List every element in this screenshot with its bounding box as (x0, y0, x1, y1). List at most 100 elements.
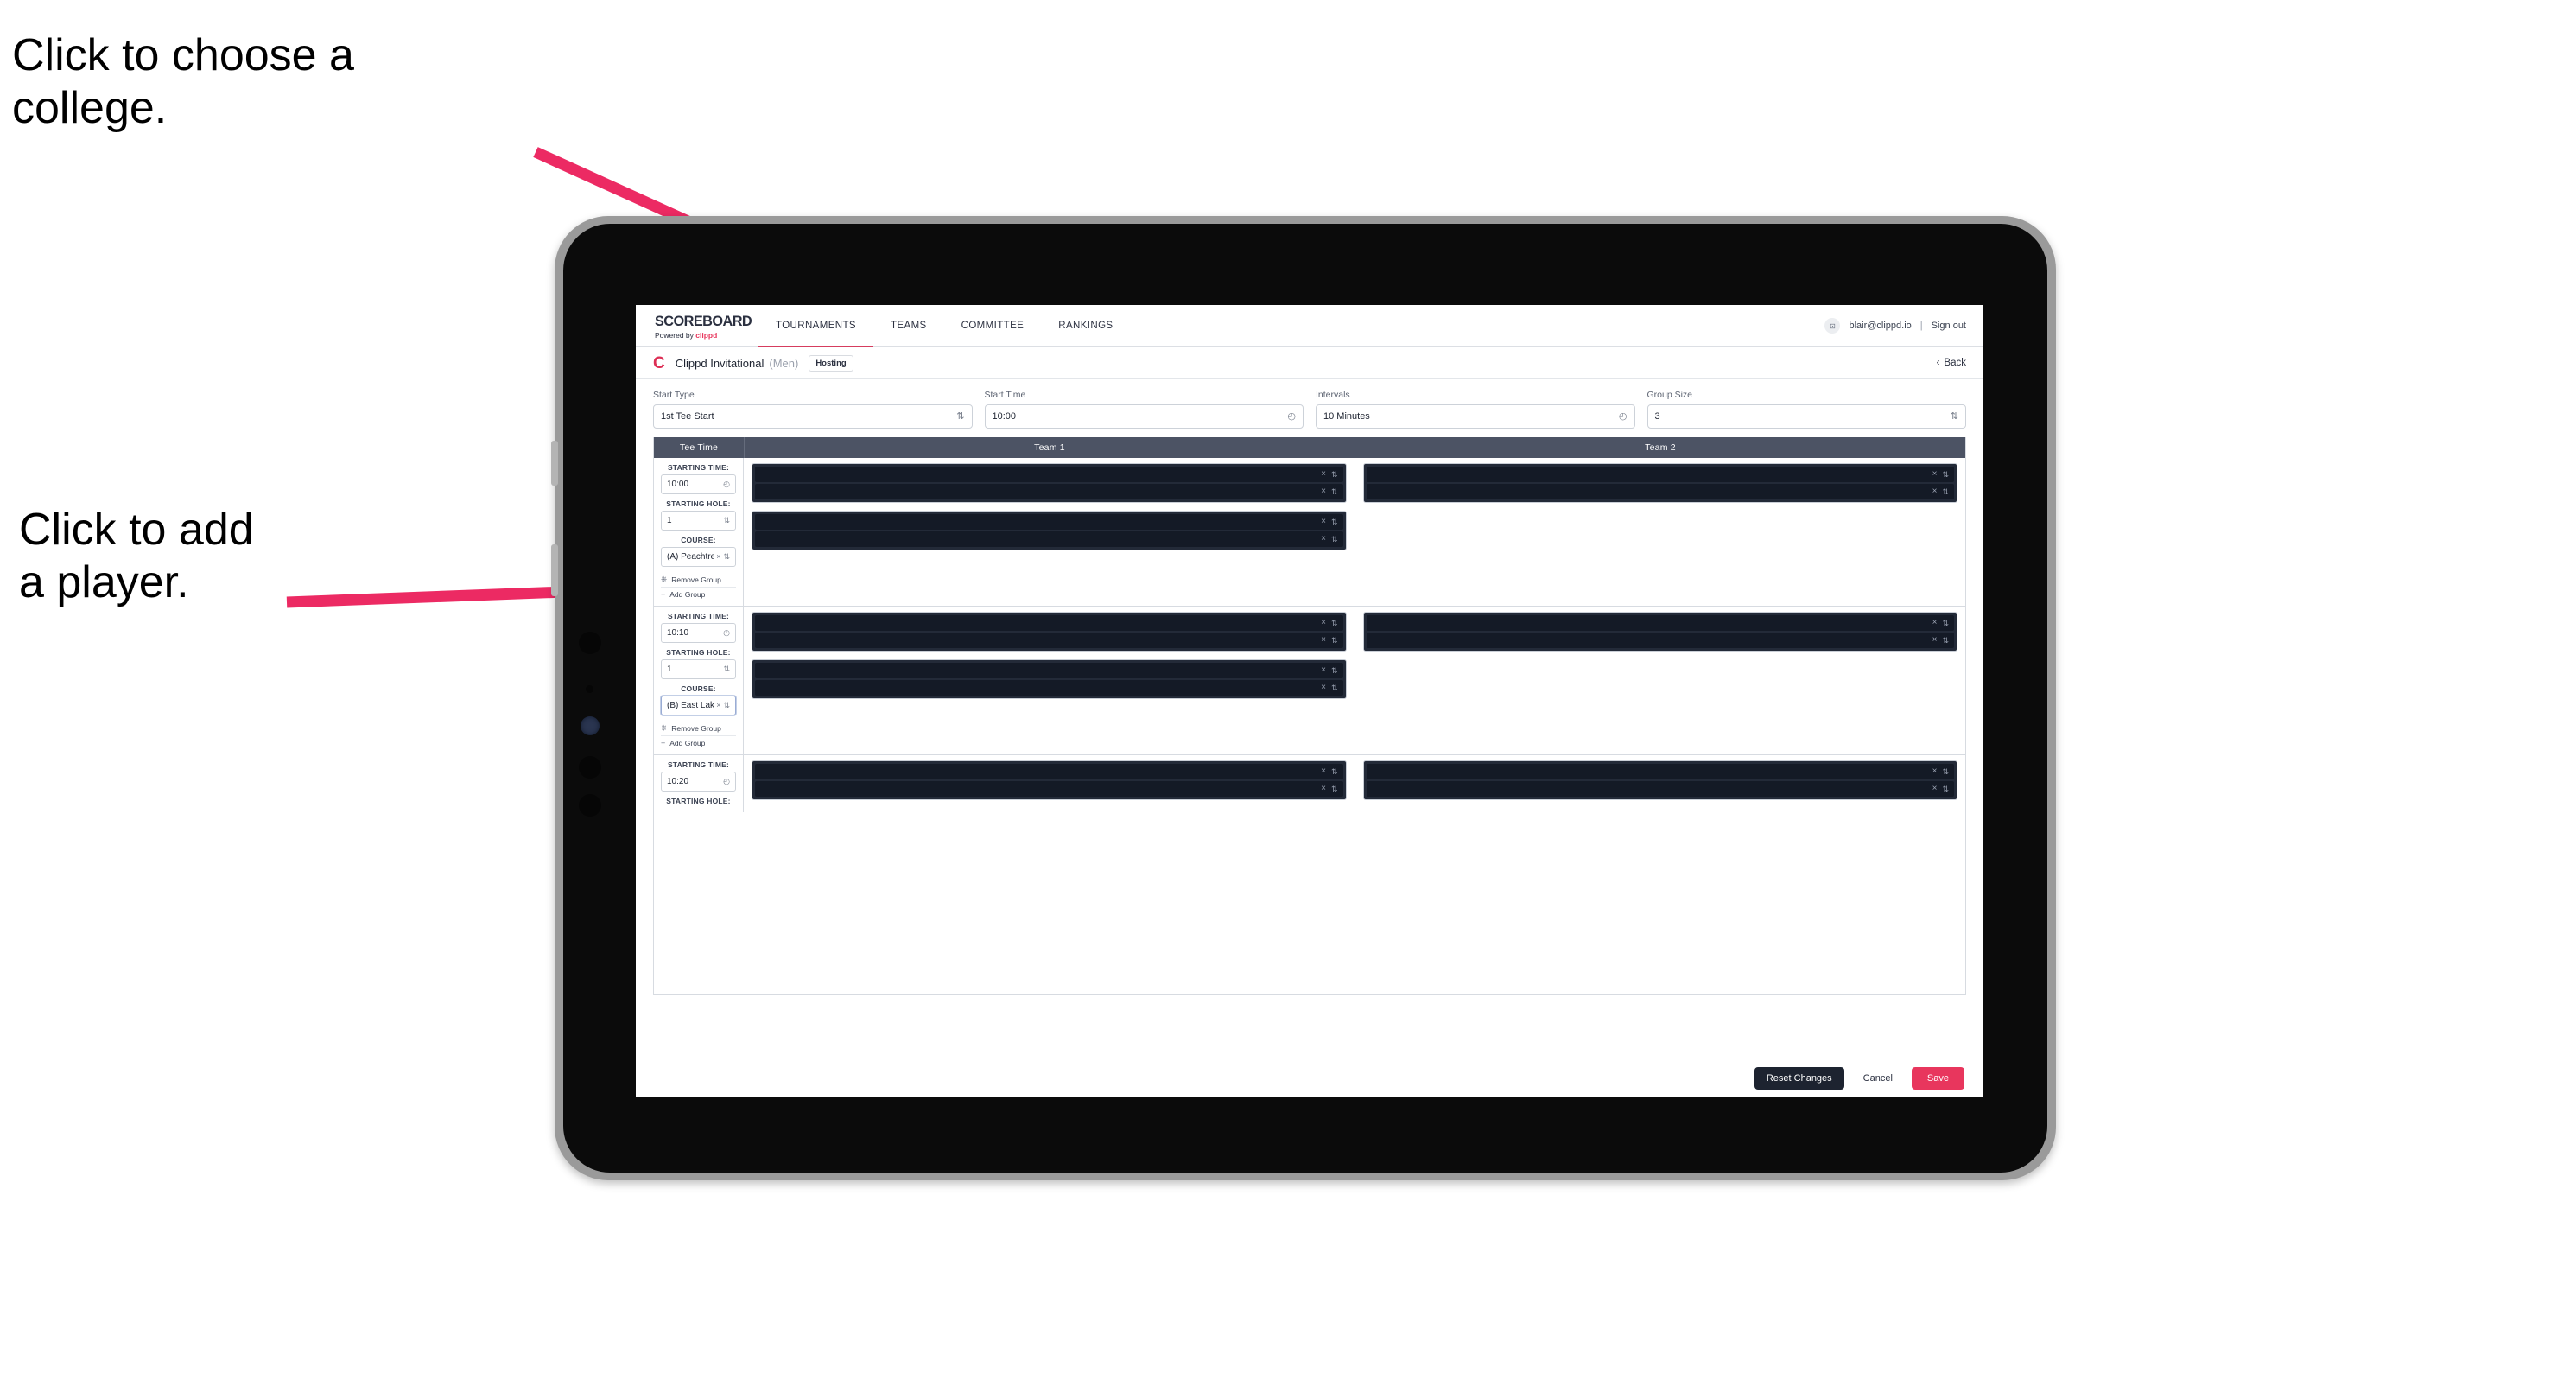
cancel-button[interactable]: Cancel (1856, 1067, 1900, 1090)
close-icon[interactable]: × (1321, 666, 1326, 675)
stepper-icon[interactable]: ⇅ (1331, 535, 1338, 544)
remove-group-label: Remove Group (671, 575, 721, 584)
stepper-icon[interactable]: ⇅ (1331, 470, 1338, 479)
nav-tab-tournaments[interactable]: TOURNAMENTS (758, 305, 873, 347)
close-icon[interactable]: × (1321, 518, 1326, 526)
player-slot[interactable]: × ⇅ (1366, 633, 1954, 648)
starting-time-input[interactable]: 10:10 ◴ (661, 623, 736, 643)
stepper-icon[interactable]: ⇅ (1331, 785, 1338, 793)
close-icon[interactable]: × (1932, 767, 1938, 776)
player-slot[interactable]: × ⇅ (1366, 484, 1954, 499)
nav-tab-teams-label: TEAMS (891, 321, 927, 331)
stepper-icon[interactable]: ⇅ (1942, 767, 1949, 776)
stepper-icon[interactable]: ⇅ (1331, 518, 1338, 526)
player-slot[interactable]: × ⇅ (755, 467, 1343, 482)
player-slot[interactable]: × ⇅ (755, 781, 1343, 797)
stepper-icon[interactable]: ⇅ (1331, 666, 1338, 675)
player-slot[interactable]: × ⇅ (755, 531, 1343, 547)
close-icon[interactable]: × (1321, 785, 1326, 793)
close-icon[interactable]: × (1932, 487, 1938, 496)
close-icon[interactable]: × (1321, 619, 1326, 627)
reset-changes-button[interactable]: Reset Changes (1754, 1067, 1844, 1090)
player-slot-group: × ⇅ × ⇅ (752, 659, 1347, 699)
nav-tab-committee[interactable]: COMMITTEE (944, 305, 1042, 346)
stepper-icon[interactable]: ⇅ (1942, 487, 1949, 496)
course-select[interactable]: (A) Peachtree GC × ⇅ (661, 547, 736, 567)
close-icon[interactable]: × (1932, 785, 1938, 793)
player-slot[interactable]: × ⇅ (1366, 781, 1954, 797)
nav-tab-teams[interactable]: TEAMS (873, 305, 944, 346)
save-button[interactable]: Save (1911, 1067, 1964, 1090)
starting-hole-value: 1 (667, 516, 672, 525)
intervals-input[interactable]: 10 Minutes ◴ (1316, 404, 1635, 429)
chevron-left-icon: ‹ (1936, 358, 1940, 368)
close-icon[interactable]: × (1321, 470, 1326, 479)
add-group-button[interactable]: + Add Group (661, 736, 736, 750)
brand-sub-accent: clippd (695, 330, 718, 340)
control-start-time: Start Time 10:00 ◴ (984, 390, 1304, 429)
player-slot[interactable]: × ⇅ (755, 764, 1343, 779)
close-icon[interactable]: × (1932, 619, 1938, 627)
remove-group-button[interactable]: ⎈ Remove Group (661, 721, 736, 736)
avatar[interactable]: ⊡ (1824, 318, 1841, 334)
player-slot[interactable]: × ⇅ (1366, 467, 1954, 482)
stepper-icon[interactable]: ⇅ (1331, 683, 1338, 692)
table-body-scroll-area[interactable]: STARTING TIME: 10:00 ◴ STARTING HOLE: 1 … (654, 458, 1965, 994)
table-row: STARTING TIME: 10:00 ◴ STARTING HOLE: 1 … (654, 458, 1965, 607)
sign-out-link[interactable]: Sign out (1932, 321, 1966, 331)
add-group-button[interactable]: + Add Group (661, 588, 736, 601)
clock-icon: ◴ (723, 777, 730, 785)
player-slot[interactable]: × ⇅ (755, 484, 1343, 499)
start-time-input[interactable]: 10:00 ◴ (984, 404, 1304, 429)
start-type-value: 1st Tee Start (661, 411, 714, 422)
starting-time-input[interactable]: 10:00 ◴ (661, 474, 736, 494)
group-size-stepper[interactable]: 3 ⇅ (1646, 404, 1966, 429)
plus-icon: + (661, 590, 666, 599)
stepper-icon[interactable]: ⇅ (1331, 636, 1338, 645)
starting-time-input[interactable]: 10:20 ◴ (661, 772, 736, 792)
starting-hole-stepper[interactable]: 1 ⇅ (661, 659, 736, 679)
control-group-size-label: Group Size (1646, 390, 1693, 400)
close-icon[interactable]: × (1321, 535, 1326, 544)
control-start-type: Start Type 1st Tee Start ⇅ (653, 390, 973, 429)
player-slot[interactable]: × ⇅ (1366, 764, 1954, 779)
player-slot[interactable]: × ⇅ (1366, 615, 1954, 631)
close-icon[interactable]: × (1932, 636, 1938, 645)
stepper-icon[interactable]: ⇅ (1942, 636, 1949, 645)
start-type-select[interactable]: 1st Tee Start ⇅ (653, 404, 973, 429)
remove-group-button[interactable]: ⎈ Remove Group (661, 572, 736, 588)
stepper-icon[interactable]: ⇅ (1331, 767, 1338, 776)
player-slot[interactable]: × ⇅ (755, 615, 1343, 631)
player-slot-group: × ⇅ × ⇅ (1362, 612, 1957, 652)
close-icon[interactable]: × (1321, 767, 1326, 776)
stepper-icon[interactable]: ⇅ (1942, 785, 1949, 793)
clock-icon: ◴ (1287, 410, 1296, 422)
close-icon[interactable]: × (1932, 470, 1938, 479)
back-button[interactable]: ‹ Back (1937, 358, 1966, 368)
stepper-icon[interactable]: ⇅ (1331, 487, 1338, 496)
close-icon[interactable]: × (1321, 636, 1326, 645)
trash-icon: ⎈ (661, 723, 668, 732)
close-icon[interactable]: × (1321, 487, 1326, 496)
clock-icon: ◴ (723, 480, 730, 488)
team-2-cell: × ⇅ × ⇅ (1355, 755, 1966, 812)
stepper-icon[interactable]: ⇅ (1331, 619, 1338, 627)
player-slot[interactable]: × ⇅ (755, 680, 1343, 696)
close-icon[interactable]: × (1321, 683, 1326, 692)
stepper-icon[interactable]: ⇅ (1942, 619, 1949, 627)
starting-hole-stepper[interactable]: 1 ⇅ (661, 511, 736, 531)
player-slot-group: × ⇅ × ⇅ (752, 511, 1347, 550)
nav-tab-rankings[interactable]: RANKINGS (1041, 305, 1130, 346)
stepper-icon[interactable]: ⇅ (1942, 470, 1949, 479)
page-title-gender: (Men) (769, 356, 799, 370)
player-slot[interactable]: × ⇅ (755, 633, 1343, 648)
scoreboard-app-window: SCOREBOARD Powered by clippd TOURNAMENTS… (636, 305, 1983, 1097)
player-slot[interactable]: × ⇅ (755, 663, 1343, 678)
tee-sheet-table: Tee Time Team 1 Team 2 STARTING TIME: 10… (653, 437, 1966, 995)
brand-logo[interactable]: SCOREBOARD Powered by clippd (636, 305, 758, 346)
control-start-time-label: Start Time (984, 390, 1026, 400)
player-slot[interactable]: × ⇅ (755, 514, 1343, 530)
trash-icon: ⎈ (661, 575, 668, 583)
nav-tab-rankings-label: RANKINGS (1058, 321, 1114, 331)
course-select[interactable]: (B) East Lake GC × ⇅ (661, 696, 736, 715)
